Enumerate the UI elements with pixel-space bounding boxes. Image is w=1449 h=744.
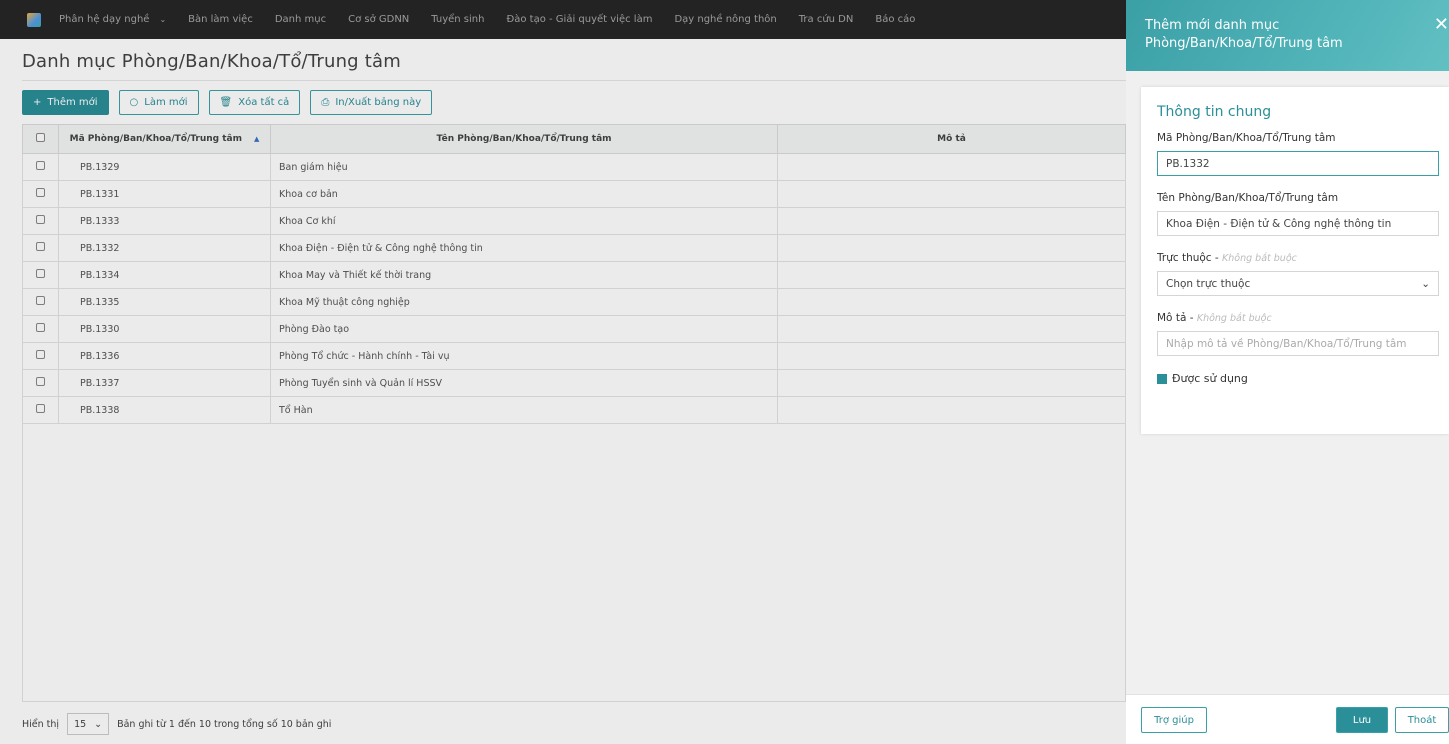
optional-hint: Không bắt buộc — [1196, 313, 1272, 324]
exit-button[interactable]: Thoát — [1395, 707, 1449, 733]
nav-item-dao-tao[interactable]: Đào tạo - Giải quyết việc làm — [506, 14, 652, 25]
panel-footer: Trợ giúp Lưu Thoát — [1126, 694, 1449, 744]
modal-backdrop[interactable] — [0, 39, 1126, 744]
nav-item-phan-he[interactable]: Phân hệ dạy nghề ⌄ — [59, 14, 166, 25]
close-icon[interactable]: ✕ — [1434, 16, 1449, 34]
nav-item-danh-muc[interactable]: Danh mục — [275, 14, 326, 25]
panel-title-line2: Phòng/Ban/Khoa/Tổ/Trung tâm — [1145, 36, 1343, 51]
general-info-card: Thông tin chung Mã Phòng/Ban/Khoa/Tổ/Tru… — [1141, 87, 1449, 434]
desc-label-text: Mô tả — [1157, 312, 1187, 324]
name-input[interactable]: Khoa Điện - Điện tử & Công nghệ thông ti… — [1157, 211, 1439, 236]
parent-label-text: Trực thuộc — [1157, 252, 1212, 264]
chevron-down-icon: ⌄ — [159, 15, 167, 24]
name-field-label: Tên Phòng/Ban/Khoa/Tổ/Trung tâm — [1157, 192, 1339, 204]
nav-item-day-nghe-nong-thon[interactable]: Dạy nghề nông thôn — [674, 14, 776, 25]
section-title: Thông tin chung — [1157, 104, 1272, 120]
parent-field-label: Trực thuộc - Không bắt buộc — [1157, 252, 1297, 264]
in-use-label: Được sử dụng — [1172, 372, 1248, 385]
in-use-checkbox[interactable] — [1157, 373, 1167, 384]
in-use-checkbox-row[interactable]: Được sử dụng — [1157, 372, 1439, 385]
save-button[interactable]: Lưu — [1336, 707, 1388, 733]
desc-field-label: Mô tả - Không bắt buộc — [1157, 312, 1272, 324]
optional-hint: Không bắt buộc — [1222, 253, 1297, 264]
nav-item-tra-cuu-dn[interactable]: Tra cứu DN — [799, 14, 854, 25]
desc-input[interactable]: Nhập mô tả về Phòng/Ban/Khoa/Tổ/Trung tâ… — [1157, 331, 1439, 356]
nav-item-label: Phân hệ dạy nghề — [59, 14, 150, 25]
panel-title-line1: Thêm mới danh mục — [1145, 18, 1280, 33]
app-logo-icon[interactable] — [27, 12, 41, 27]
parent-select-value: Chọn trực thuộc — [1166, 277, 1251, 290]
parent-select[interactable]: Chọn trực thuộc ⌄ — [1157, 271, 1439, 296]
chevron-down-icon: ⌄ — [1421, 277, 1430, 290]
nav-item-bao-cao[interactable]: Báo cáo — [875, 14, 915, 25]
code-input[interactable]: PB.1332 — [1157, 151, 1439, 176]
nav-item-ban-lam-viec[interactable]: Bàn làm việc — [188, 14, 253, 25]
help-button[interactable]: Trợ giúp — [1141, 707, 1207, 733]
code-field-label: Mã Phòng/Ban/Khoa/Tổ/Trung tâm — [1157, 132, 1336, 144]
nav-item-co-so-gdnn[interactable]: Cơ sở GDNN — [348, 14, 409, 25]
panel-header: Thêm mới danh mục Phòng/Ban/Khoa/Tổ/Trun… — [1126, 0, 1449, 71]
nav-item-tuyen-sinh[interactable]: Tuyển sinh — [431, 14, 484, 25]
add-item-panel: Thêm mới danh mục Phòng/Ban/Khoa/Tổ/Trun… — [1126, 0, 1449, 744]
